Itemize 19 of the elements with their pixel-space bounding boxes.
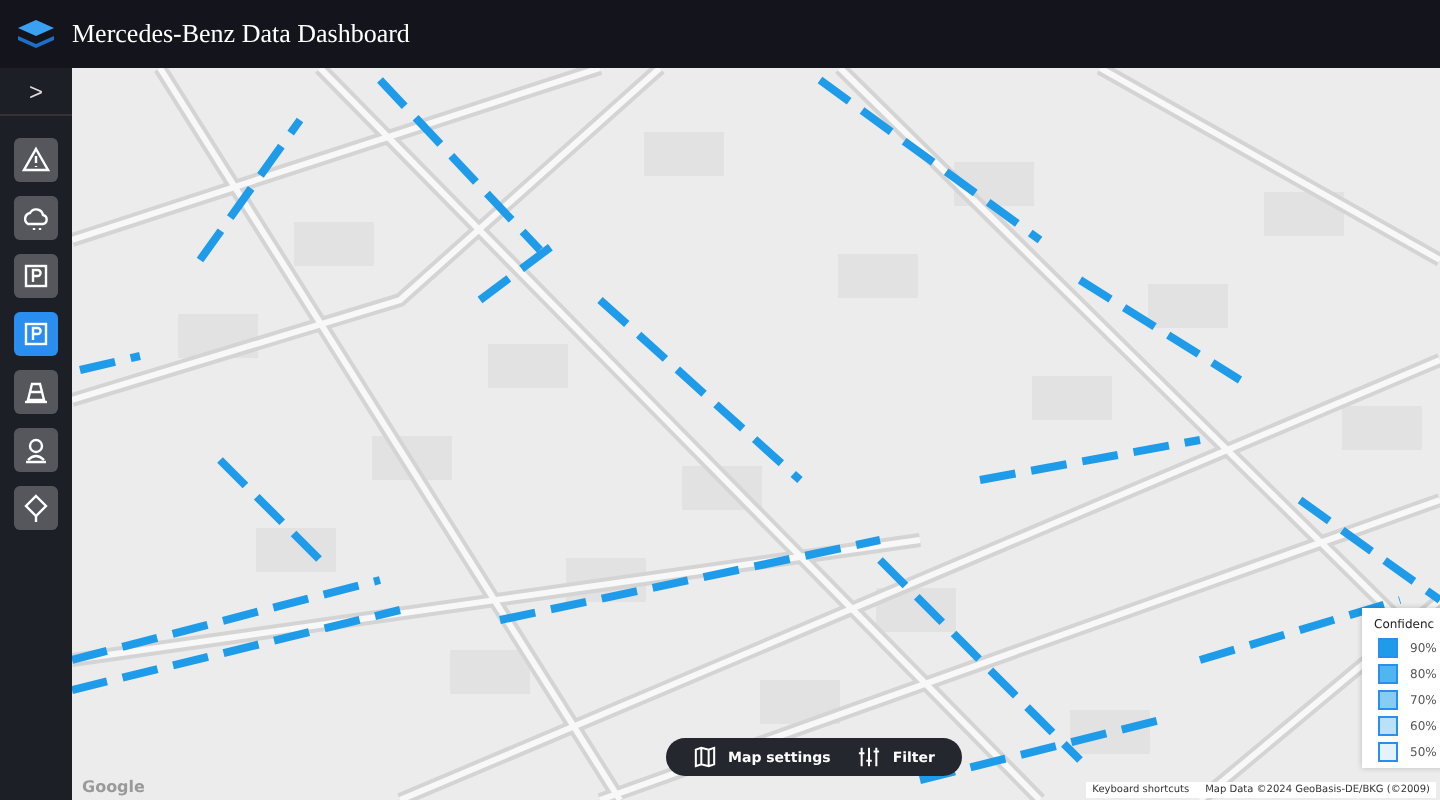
weather-icon — [22, 204, 50, 232]
map-icon — [694, 746, 716, 768]
cone-button[interactable] — [14, 370, 58, 414]
parking-button[interactable] — [14, 254, 58, 298]
pin-button[interactable] — [14, 486, 58, 530]
weather-button[interactable] — [14, 196, 58, 240]
sliders-icon — [858, 746, 881, 768]
parking-icon — [22, 320, 50, 348]
parking-button[interactable] — [14, 312, 58, 356]
cone-icon — [22, 378, 50, 406]
layers-logo-icon — [16, 18, 56, 50]
pin-icon — [22, 494, 50, 522]
warning-icon — [22, 146, 50, 174]
app-title: Mercedes-Benz Data Dashboard — [72, 18, 410, 50]
google-logo-text: Google — [82, 778, 145, 796]
warning-button[interactable] — [14, 138, 58, 182]
person-button[interactable] — [14, 428, 58, 472]
person-icon — [22, 436, 50, 464]
parking-icon — [22, 262, 50, 290]
